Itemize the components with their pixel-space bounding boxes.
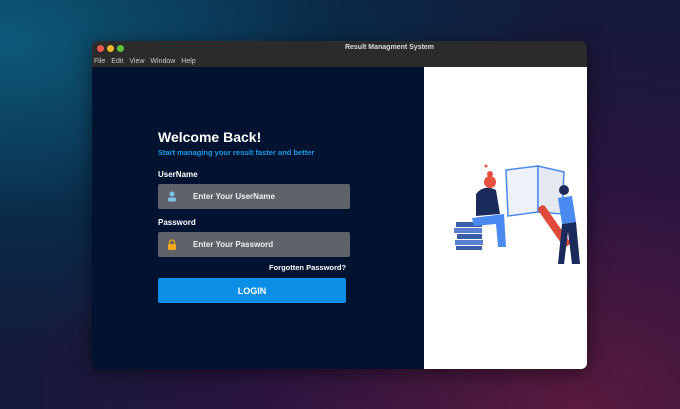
menu-file[interactable]: File [94, 58, 105, 65]
app-window: Result Managment System File Edit View W… [92, 41, 587, 369]
students-reading-illustration [454, 164, 580, 264]
forgot-password-link[interactable]: Forgotten Password? [269, 263, 346, 272]
password-label: Password [158, 218, 196, 227]
username-label: UserName [158, 170, 198, 179]
password-placeholder: Enter Your Password [193, 240, 274, 249]
illustration-panel [424, 67, 587, 369]
username-input[interactable]: Enter Your UserName [158, 184, 350, 209]
window-title: Result Managment System [344, 44, 435, 51]
menu-help[interactable]: Help [181, 58, 195, 65]
menu-bar: File Edit View Window Help [92, 56, 587, 67]
menu-window[interactable]: Window [150, 58, 175, 65]
subtitle: Start managing your result faster and be… [158, 148, 315, 157]
login-panel: Welcome Back! Start managing your result… [92, 67, 424, 369]
lock-icon [168, 239, 176, 250]
title-bar: Result Managment System [92, 41, 587, 56]
username-placeholder: Enter Your UserName [193, 192, 275, 201]
password-input[interactable]: Enter Your Password [158, 232, 350, 257]
login-button[interactable]: LOGIN [158, 278, 346, 303]
menu-view[interactable]: View [129, 58, 144, 65]
user-icon [168, 191, 176, 202]
menu-edit[interactable]: Edit [111, 58, 123, 65]
page-title: Welcome Back! [158, 129, 262, 145]
